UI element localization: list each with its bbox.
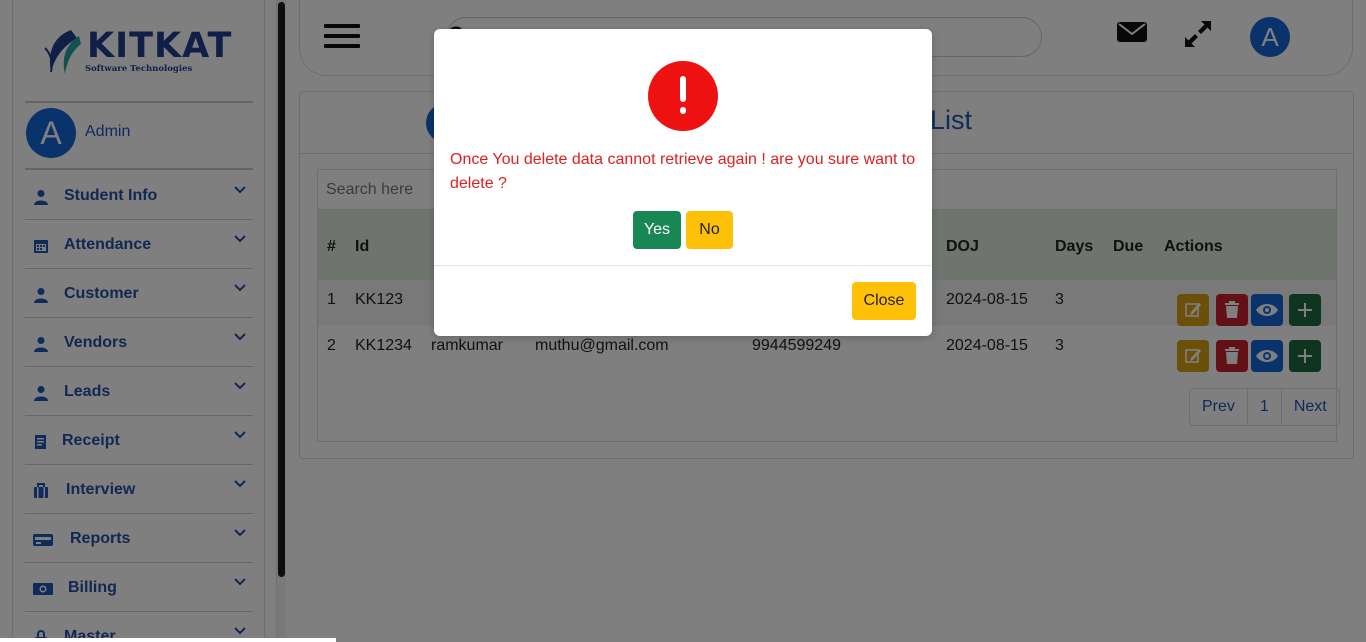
no-button[interactable]: No (686, 211, 733, 249)
yes-button[interactable]: Yes (633, 211, 681, 249)
close-button[interactable]: Close (852, 282, 916, 320)
delete-confirm-dialog: Once You delete data cannot retrieve aga… (434, 29, 932, 336)
dialog-divider (434, 265, 932, 266)
horizontal-scrollbar (0, 638, 336, 642)
alert-icon (648, 61, 718, 131)
dialog-message: Once You delete data cannot retrieve aga… (450, 151, 916, 192)
